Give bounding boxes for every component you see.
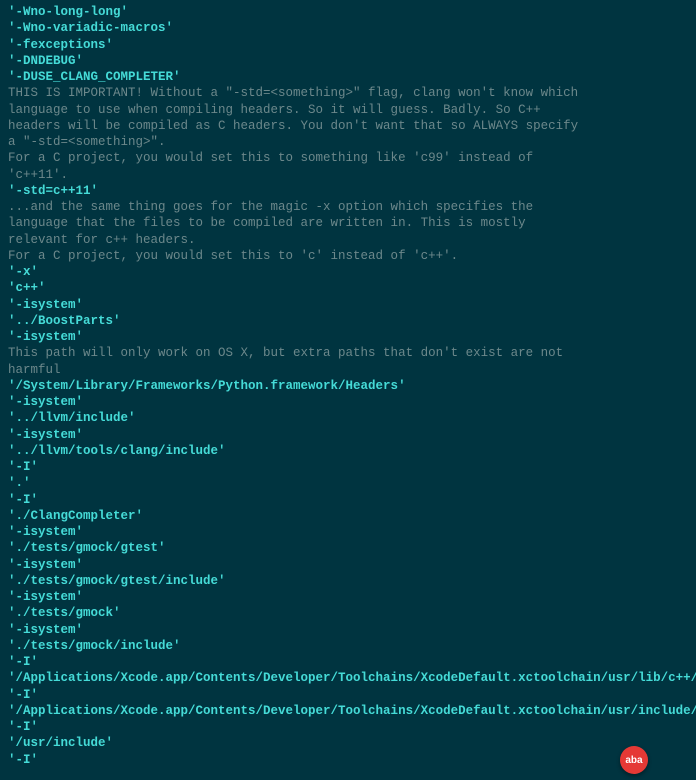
code-line: '/Applications/Xcode.app/Contents/Develo… xyxy=(8,703,688,719)
code-line: language to use when compiling headers. … xyxy=(8,102,688,118)
code-line: './tests/gmock/gtest/include' xyxy=(8,573,688,589)
code-line: headers will be compiled as C headers. Y… xyxy=(8,118,688,134)
code-line: '-isystem' xyxy=(8,427,688,443)
code-line: './ClangCompleter' xyxy=(8,508,688,524)
code-line: '-I' xyxy=(8,752,688,768)
code-line: '../BoostParts' xyxy=(8,313,688,329)
code-line: '../llvm/tools/clang/include' xyxy=(8,443,688,459)
code-line: '-isystem' xyxy=(8,524,688,540)
code-line: '-I' xyxy=(8,719,688,735)
code-line: '-isystem' xyxy=(8,557,688,573)
code-viewer: '-Wno-long-long''-Wno-variadic-macros''-… xyxy=(8,4,688,768)
code-line: './tests/gmock' xyxy=(8,605,688,621)
code-line: '/System/Library/Frameworks/Python.frame… xyxy=(8,378,688,394)
code-line: '-Wno-variadic-macros' xyxy=(8,20,688,36)
code-line: '/usr/include' xyxy=(8,735,688,751)
code-line: './tests/gmock/include' xyxy=(8,638,688,654)
code-line: 'c++11'. xyxy=(8,167,688,183)
code-line: This path will only work on OS X, but ex… xyxy=(8,345,688,361)
code-line: '-DUSE_CLANG_COMPLETER' xyxy=(8,69,688,85)
code-line: '../llvm/include' xyxy=(8,410,688,426)
code-line: For a C project, you would set this to '… xyxy=(8,248,688,264)
code-line: harmful xyxy=(8,362,688,378)
code-line: '-std=c++11' xyxy=(8,183,688,199)
code-line: relevant for c++ headers. xyxy=(8,232,688,248)
code-line: For a C project, you would set this to s… xyxy=(8,150,688,166)
code-line: '-isystem' xyxy=(8,589,688,605)
code-line: '-I' xyxy=(8,654,688,670)
code-line: './tests/gmock/gtest' xyxy=(8,540,688,556)
code-line: language that the files to be compiled a… xyxy=(8,215,688,231)
code-line: THIS IS IMPORTANT! Without a "-std=<some… xyxy=(8,85,688,101)
code-line: '-x' xyxy=(8,264,688,280)
badge-label: aba xyxy=(625,754,642,767)
code-line: '-fexceptions' xyxy=(8,37,688,53)
code-line: a "-std=<something>". xyxy=(8,134,688,150)
code-line: '-I' xyxy=(8,459,688,475)
code-line: '-I' xyxy=(8,687,688,703)
extension-badge[interactable]: aba xyxy=(620,746,648,774)
code-line: ...and the same thing goes for the magic… xyxy=(8,199,688,215)
code-line: '-Wno-long-long' xyxy=(8,4,688,20)
code-line: '-isystem' xyxy=(8,622,688,638)
code-line: '-isystem' xyxy=(8,394,688,410)
code-line: '-I' xyxy=(8,492,688,508)
code-line: '/Applications/Xcode.app/Contents/Develo… xyxy=(8,670,688,686)
code-line: '-isystem' xyxy=(8,329,688,345)
code-line: '-isystem' xyxy=(8,297,688,313)
code-line: 'c++' xyxy=(8,280,688,296)
code-line: '-DNDEBUG' xyxy=(8,53,688,69)
code-line: '.' xyxy=(8,475,688,491)
